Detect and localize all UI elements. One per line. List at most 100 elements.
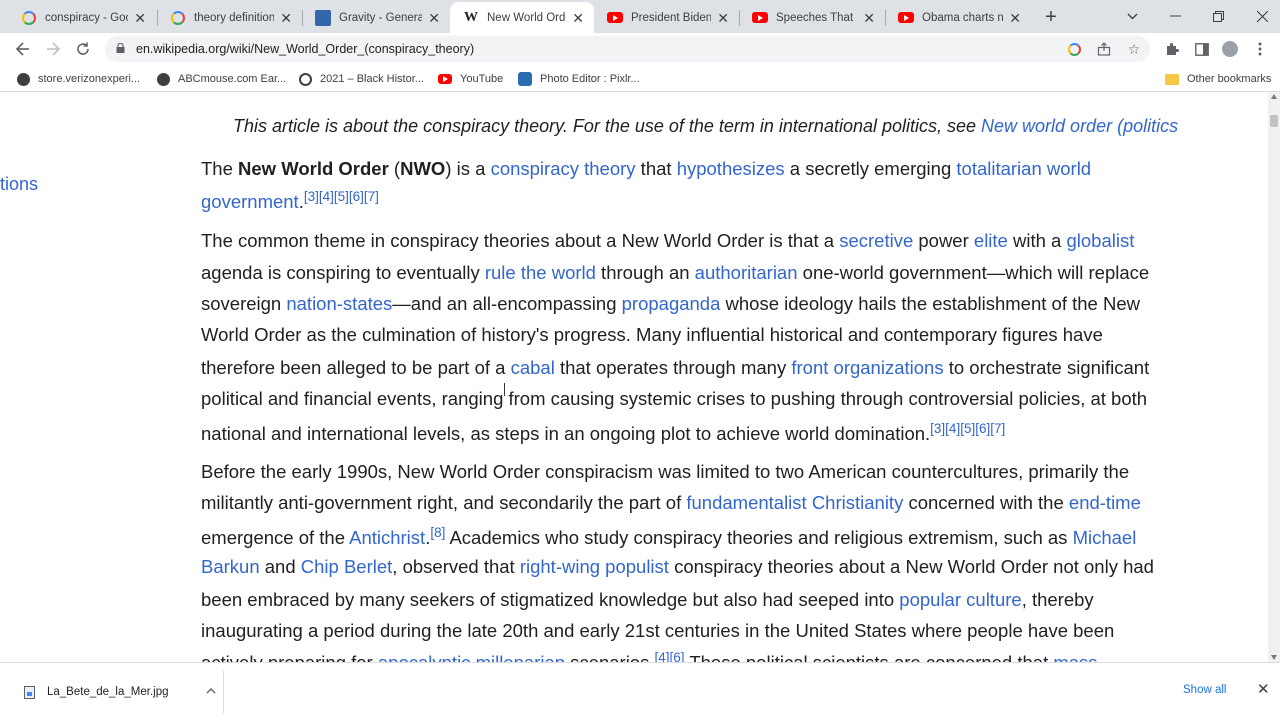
link-mass[interactable]: mass <box>1053 652 1097 662</box>
menu-icon[interactable] <box>1250 39 1270 59</box>
tab-speeches[interactable]: Speeches That Di ✕ <box>739 2 885 33</box>
link-authoritarian[interactable]: authoritarian <box>695 262 798 283</box>
text: inaugurating a period during the late 20… <box>201 620 1115 641</box>
paragraph-2-line-2: agenda is conspiring to eventually rule … <box>201 262 1149 284</box>
address-bar[interactable]: en.wikipedia.org/wiki/New_World_Order_(c… <box>105 36 1150 62</box>
tab-title: Gravity - General <box>339 11 423 24</box>
link-barkun[interactable]: Barkun <box>201 556 260 577</box>
tab-gravity[interactable]: Gravity - General ✕ <box>302 2 450 33</box>
link-chip-berlet[interactable]: Chip Berlet <box>301 556 393 577</box>
extensions-icon[interactable] <box>1162 39 1182 59</box>
bookmark-black-history[interactable]: 2021 – Black Histor... <box>298 70 424 88</box>
scroll-up-arrow-icon[interactable] <box>1271 94 1277 99</box>
new-tab-button[interactable]: + <box>1040 6 1062 28</box>
link-end-time[interactable]: end-time <box>1069 492 1141 513</box>
paragraph-2-line-1: The common theme in conspiracy theories … <box>201 230 1134 252</box>
url-text[interactable]: en.wikipedia.org/wiki/New_World_Order_(c… <box>136 42 474 56</box>
tab-conspiracy-google[interactable]: conspiracy - Goo ✕ <box>8 2 156 33</box>
link-nation-states[interactable]: nation-states <box>286 293 392 314</box>
tab-president-biden[interactable]: President Biden S ✕ <box>594 2 739 33</box>
link-propaganda[interactable]: propaganda <box>622 293 721 314</box>
side-panel-icon[interactable] <box>1192 39 1212 59</box>
citation-refs[interactable]: [8] <box>430 525 445 540</box>
close-icon[interactable]: ✕ <box>863 11 875 25</box>
tab-theory-definition[interactable]: theory definition ✕ <box>157 2 302 33</box>
other-bookmarks[interactable]: Other bookmarks <box>1165 70 1271 88</box>
text: actively preparing for <box>201 652 378 662</box>
hatnote-link[interactable]: New world order (politics <box>981 116 1178 136</box>
text: militantly anti-government right, and se… <box>201 492 687 513</box>
tab-new-world-order[interactable]: W New World Orde ✕ <box>450 2 594 33</box>
link-totalitarian-world-government[interactable]: totalitarian world <box>956 158 1091 179</box>
scroll-down-arrow-icon[interactable] <box>1271 655 1277 660</box>
back-button[interactable] <box>11 37 35 61</box>
youtube-icon <box>607 10 623 26</box>
link-elite[interactable]: elite <box>974 230 1008 251</box>
term-bold: New World Order <box>238 158 389 179</box>
show-all-button[interactable]: Show all <box>1183 684 1226 696</box>
reload-button[interactable] <box>71 37 95 61</box>
close-window-button[interactable] <box>1247 4 1277 28</box>
bookmark-abcmouse[interactable]: ABCmouse.com Ear... <box>156 70 286 88</box>
bookmark-star-icon[interactable]: ☆ <box>1125 40 1143 58</box>
link-apocalyptic-millenarian[interactable]: apocalyptic millenarian <box>378 652 565 662</box>
link-antichrist[interactable]: Antichrist <box>349 527 425 548</box>
link-popular-culture[interactable]: popular culture <box>899 589 1021 610</box>
link-secretive[interactable]: secretive <box>839 230 913 251</box>
text: scenarios. <box>565 652 654 662</box>
citation-refs[interactable]: [3][4][5][6][7] <box>304 189 379 204</box>
restore-button[interactable] <box>1203 4 1233 28</box>
share-icon[interactable] <box>1095 40 1113 58</box>
citation-refs[interactable]: [4][6] <box>655 650 685 662</box>
link-front-organizations[interactable]: front organizations <box>791 357 943 378</box>
article-page: tions This article is about the conspira… <box>0 92 1268 662</box>
bookmark-pixlr[interactable]: Photo Editor : Pixlr... <box>518 70 640 88</box>
close-icon[interactable]: ✕ <box>428 11 440 25</box>
tab-title: Speeches That Di <box>776 11 857 24</box>
tab-obama-charts[interactable]: Obama charts ne ✕ <box>885 2 1031 33</box>
site-icon <box>298 72 312 86</box>
link-hypothesizes[interactable]: hypothesizes <box>677 158 785 179</box>
link-cabal[interactable]: cabal <box>511 357 555 378</box>
link-right-wing-populist[interactable]: right-wing populist <box>520 556 669 577</box>
page-scrollbar[interactable] <box>1268 92 1280 662</box>
download-item[interactable]: La_Bete_de_la_Mer.jpg <box>10 671 224 713</box>
tab-title: Obama charts ne <box>922 11 1004 24</box>
link-conspiracy-theory[interactable]: conspiracy theory <box>491 158 636 179</box>
close-icon[interactable]: ✕ <box>717 11 729 25</box>
forward-button[interactable] <box>41 37 65 61</box>
close-icon[interactable]: ✕ <box>134 11 146 25</box>
download-shelf: La_Bete_de_la_Mer.jpg Show all ✕ <box>0 662 1280 720</box>
sidebar-link-fragment[interactable]: tions <box>0 174 38 195</box>
text: emergence of the <box>201 527 350 548</box>
link-rule-the-world[interactable]: rule the world <box>485 262 596 283</box>
bookmark-youtube[interactable]: YouTube <box>438 70 503 88</box>
text: whose ideology hails the establishment o… <box>720 293 1140 314</box>
link-government[interactable]: government <box>201 191 299 212</box>
link-michael-barkun[interactable]: Michael <box>1073 527 1137 548</box>
youtube-icon <box>752 10 768 26</box>
chevron-up-icon[interactable] <box>206 683 216 697</box>
close-icon[interactable]: ✕ <box>1009 11 1021 25</box>
tab-search-button[interactable] <box>1117 4 1147 28</box>
close-icon[interactable]: ✕ <box>572 11 584 25</box>
profile-avatar[interactable] <box>1220 39 1240 59</box>
citation-refs[interactable]: [3][4][5][6][7] <box>930 421 1005 436</box>
text: —and an all-encompassing <box>392 293 622 314</box>
minimize-button[interactable] <box>1160 4 1190 28</box>
text: ) is a <box>445 158 491 179</box>
globe-icon <box>156 72 170 86</box>
lock-icon[interactable] <box>116 43 125 53</box>
bookmark-verizon[interactable]: store.verizonexperi... <box>16 70 140 88</box>
google-lens-icon[interactable] <box>1065 40 1083 58</box>
paragraph-3-line-7: actively preparing for apocalyptic mille… <box>201 650 1098 662</box>
link-fundamentalist-christianity[interactable]: fundamentalist Christianity <box>686 492 903 513</box>
bookmark-label: store.verizonexperi... <box>38 73 141 85</box>
link-globalist[interactable]: globalist <box>1066 230 1134 251</box>
text: The common theme in conspiracy theories … <box>201 230 840 251</box>
google-icon <box>21 10 37 26</box>
scroll-thumb[interactable] <box>1270 115 1278 127</box>
close-icon[interactable]: ✕ <box>280 11 292 25</box>
close-icon[interactable]: ✕ <box>1257 680 1270 698</box>
text: sovereign <box>201 293 287 314</box>
